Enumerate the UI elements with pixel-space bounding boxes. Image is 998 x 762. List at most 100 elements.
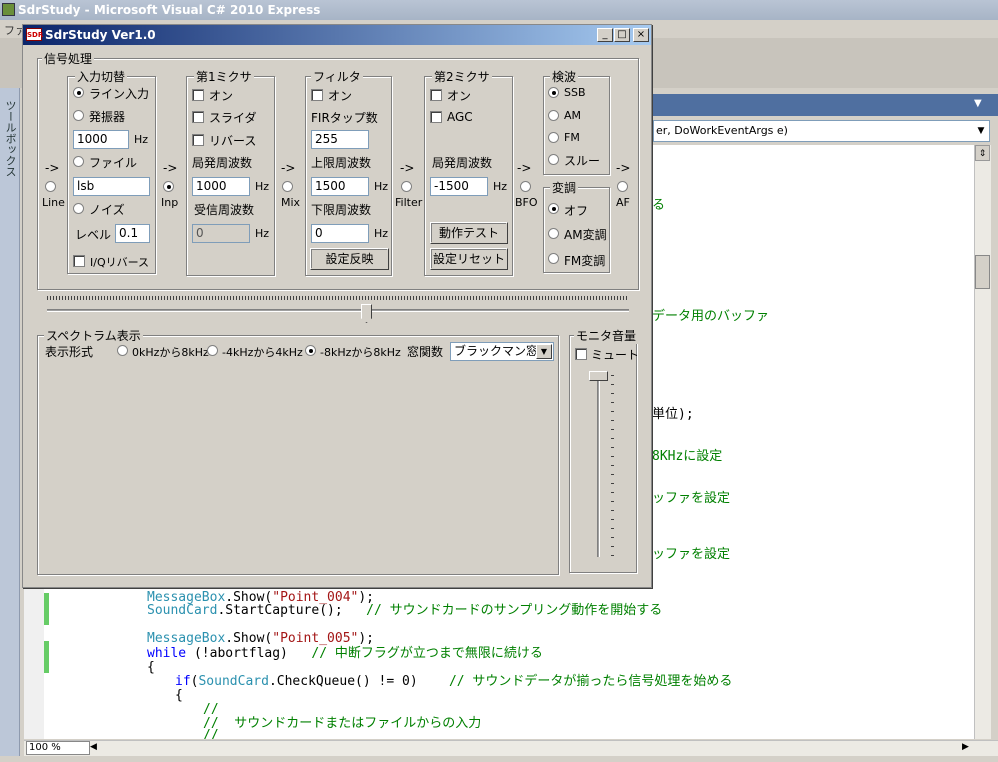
iq-reverse-checkbox[interactable]	[73, 255, 85, 267]
mixer1-slider-checkbox[interactable]	[192, 111, 204, 123]
detect-radio-fm[interactable]	[548, 132, 559, 143]
tab-dropdown-icon[interactable]: ▼	[974, 98, 982, 109]
mixer1-slider-label: スライダ	[209, 111, 257, 125]
spectrum-radio-0-8k[interactable]	[117, 345, 128, 356]
node-label-filter: Filter	[395, 196, 423, 209]
mixer1-local-unit: Hz	[255, 180, 270, 193]
spectrum-0-8k-label: 0kHzから8kHz	[132, 346, 209, 359]
node-radio-inp[interactable]	[163, 181, 174, 192]
filter-legend: フィルタ	[311, 68, 363, 85]
scroll-left-icon[interactable]: ◀	[90, 742, 97, 752]
mixer2-on-checkbox[interactable]	[430, 89, 442, 101]
filter-on-label: オン	[328, 89, 353, 103]
sdr-logo-icon: SDR	[26, 28, 43, 41]
radio-file[interactable]	[73, 156, 84, 167]
flow-arrow: ->	[400, 161, 415, 175]
modulate-radio-off[interactable]	[548, 203, 559, 214]
close-button[interactable]: ×	[633, 28, 649, 42]
mixer1-local-input[interactable]: 1000	[192, 177, 250, 196]
filter-lower-input[interactable]: 0	[311, 224, 369, 243]
radio-oscillator-label: 発振器	[89, 110, 126, 124]
mixer1-legend: 第1ミクサ	[194, 68, 254, 85]
vs-toolbox-label[interactable]: ツールボックス	[2, 100, 18, 177]
volume-slider[interactable]	[589, 371, 619, 561]
vs-toolbox-strip[interactable]	[0, 88, 20, 762]
modulate-am-label: AM変調	[564, 228, 607, 242]
node-radio-af[interactable]	[617, 181, 628, 192]
node-label-line: Line	[42, 196, 65, 209]
mixer2-legend: 第2ミクサ	[432, 68, 492, 85]
detect-radio-through[interactable]	[548, 154, 559, 165]
node-radio-line[interactable]	[45, 181, 56, 192]
filter-taps-input[interactable]: 255	[311, 130, 369, 149]
code-line: MessageBox.Show("Point_005");	[147, 631, 374, 646]
radio-oscillator[interactable]	[73, 110, 84, 121]
slider-track	[47, 309, 629, 312]
radio-noise[interactable]	[73, 203, 84, 214]
volume-thumb[interactable]	[589, 371, 608, 381]
window-title[interactable]: SdrStudy Ver1.0	[23, 25, 651, 45]
chevron-down-icon[interactable]: ▼	[536, 344, 552, 359]
scroll-right-icon[interactable]: ▶	[962, 742, 969, 752]
filter-upper-unit: Hz	[374, 180, 389, 193]
input-select-group	[67, 76, 156, 274]
scrollbar-thumb[interactable]	[975, 255, 990, 289]
radio-line-in-label: ライン入力	[89, 87, 150, 101]
change-marker	[44, 593, 49, 609]
reset-settings-button[interactable]: 設定リセット	[430, 248, 508, 270]
change-marker	[44, 609, 49, 625]
mixer2-local-unit: Hz	[493, 180, 508, 193]
modulate-radio-am[interactable]	[548, 228, 559, 239]
mixer1-local-label: 局発周波数	[192, 156, 253, 170]
detect-radio-ssb[interactable]	[548, 87, 559, 98]
mixer2-on-label: オン	[447, 89, 472, 103]
spectrum-4-4k-label: -4kHzから4kHz	[222, 346, 303, 359]
radio-line-in[interactable]	[73, 87, 84, 98]
zoom-select[interactable]: 100 %	[26, 741, 90, 755]
mixer1-on-label: オン	[209, 89, 234, 103]
horizontal-scrollbar[interactable]	[24, 740, 998, 756]
mixer2-local-input[interactable]: -1500	[430, 177, 488, 196]
detection-legend: 検波	[550, 68, 579, 85]
filter-taps-label: FIRタップ数	[311, 111, 378, 125]
mute-label: ミュート	[591, 348, 640, 362]
filter-on-checkbox[interactable]	[311, 89, 323, 101]
chevron-down-icon[interactable]: ▼	[974, 122, 988, 140]
code-fragment: 単位);	[652, 407, 694, 422]
iq-reverse-label: I/Qリバース	[90, 256, 150, 269]
test-run-button[interactable]: 動作テスト	[430, 222, 508, 244]
detect-radio-am[interactable]	[548, 110, 559, 121]
node-radio-filter[interactable]	[401, 181, 412, 192]
spectrum-group	[37, 335, 559, 575]
mixer1-on-checkbox[interactable]	[192, 89, 204, 101]
oscillator-freq-input[interactable]: 1000	[73, 130, 129, 149]
radio-file-label: ファイル	[89, 156, 138, 170]
filter-upper-input[interactable]: 1500	[311, 177, 369, 196]
spectrum-radio-4-4k[interactable]	[207, 345, 218, 356]
display-format-label: 表示形式	[45, 345, 94, 359]
vs-title-bar: SdrStudy - Microsoft Visual C# 2010 Expr…	[0, 0, 998, 20]
file-name-input[interactable]: lsb	[73, 177, 150, 196]
mixer2-local-label: 局発周波数	[432, 156, 493, 170]
node-radio-bfo[interactable]	[520, 181, 531, 192]
apply-settings-button[interactable]: 設定反映	[310, 248, 389, 270]
split-handle-icon[interactable]: ⇕	[975, 145, 990, 161]
detect-fm-label: FM	[564, 131, 580, 144]
node-radio-mix[interactable]	[282, 181, 293, 192]
agc-checkbox[interactable]	[430, 111, 442, 123]
maximize-button[interactable]: □	[614, 28, 630, 42]
code-line: {	[147, 660, 155, 675]
detect-ssb-label: SSB	[564, 86, 586, 99]
modulate-radio-fm[interactable]	[548, 253, 559, 264]
noise-level-input[interactable]: 0.1	[115, 224, 150, 243]
vertical-scrollbar[interactable]	[974, 145, 991, 739]
noise-level-label: レベル	[75, 228, 112, 242]
spectrum-radio-8-8k[interactable]	[305, 345, 316, 356]
code-fragment: ッファを設定	[652, 491, 731, 506]
slider-thumb[interactable]	[361, 304, 372, 323]
frequency-slider[interactable]	[47, 293, 629, 323]
minimize-button[interactable]: _	[597, 28, 613, 42]
mute-checkbox[interactable]	[575, 348, 587, 360]
mixer1-reverse-checkbox[interactable]	[192, 134, 204, 146]
method-combo[interactable]: er, DoWorkEventArgs e)	[653, 120, 990, 142]
